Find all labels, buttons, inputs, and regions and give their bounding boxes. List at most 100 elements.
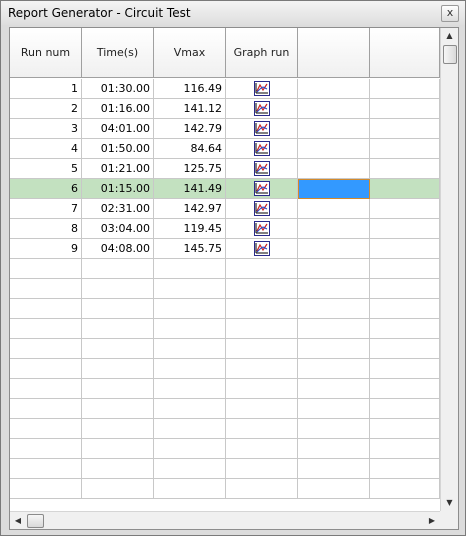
blank-cell[interactable] — [370, 159, 440, 179]
empty-cell[interactable] — [82, 339, 154, 359]
empty-cell[interactable] — [82, 299, 154, 319]
run-num-cell[interactable]: 1 — [10, 79, 82, 99]
column-header-2[interactable]: Vmax — [154, 28, 226, 78]
empty-cell[interactable] — [10, 299, 82, 319]
empty-cell[interactable] — [10, 379, 82, 399]
table-row[interactable]: 7 02:31.00 142.97 — [10, 199, 440, 219]
time-cell[interactable]: 03:04.00 — [82, 219, 154, 239]
empty-table-row[interactable] — [10, 479, 440, 499]
table-row[interactable]: 3 04:01.00 142.79 — [10, 119, 440, 139]
graph-chart-icon[interactable] — [253, 81, 270, 96]
blank-cell[interactable] — [370, 179, 440, 199]
scroll-left-icon[interactable]: ◀ — [10, 512, 26, 529]
run-num-cell[interactable]: 3 — [10, 119, 82, 139]
empty-table-row[interactable] — [10, 379, 440, 399]
empty-cell[interactable] — [154, 299, 226, 319]
empty-cell[interactable] — [10, 339, 82, 359]
table-row[interactable]: 4 01:50.00 84.64 — [10, 139, 440, 159]
graph-chart-icon[interactable] — [253, 201, 270, 216]
graph-chart-icon[interactable] — [253, 101, 270, 116]
empty-cell[interactable] — [298, 419, 370, 439]
empty-cell[interactable] — [226, 319, 298, 339]
empty-cell[interactable] — [10, 359, 82, 379]
empty-cell[interactable] — [226, 279, 298, 299]
empty-cell[interactable] — [82, 439, 154, 459]
empty-cell[interactable] — [82, 479, 154, 499]
empty-cell[interactable] — [226, 399, 298, 419]
time-cell[interactable]: 04:08.00 — [82, 239, 154, 259]
run-num-cell[interactable]: 8 — [10, 219, 82, 239]
empty-cell[interactable] — [154, 339, 226, 359]
empty-table-row[interactable] — [10, 459, 440, 479]
empty-cell[interactable] — [226, 419, 298, 439]
vmax-cell[interactable]: 116.49 — [154, 79, 226, 99]
empty-cell[interactable] — [82, 419, 154, 439]
empty-cell[interactable] — [226, 439, 298, 459]
blank-cell[interactable] — [370, 119, 440, 139]
title-bar[interactable]: Report Generator - Circuit Test x — [1, 1, 465, 25]
graph-chart-icon[interactable] — [253, 221, 270, 236]
table-row[interactable]: 2 01:16.00 141.12 — [10, 99, 440, 119]
table-row[interactable]: 8 03:04.00 119.45 — [10, 219, 440, 239]
blank-cell[interactable] — [370, 239, 440, 259]
empty-cell[interactable] — [226, 379, 298, 399]
blank-cell[interactable] — [298, 159, 370, 179]
vmax-cell[interactable]: 141.12 — [154, 99, 226, 119]
horizontal-scroll-thumb[interactable] — [27, 514, 44, 528]
empty-cell[interactable] — [82, 359, 154, 379]
blank-cell[interactable] — [298, 219, 370, 239]
empty-cell[interactable] — [370, 359, 440, 379]
vmax-cell[interactable]: 125.75 — [154, 159, 226, 179]
empty-cell[interactable] — [154, 259, 226, 279]
empty-table-row[interactable] — [10, 399, 440, 419]
empty-cell[interactable] — [154, 319, 226, 339]
blank-cell[interactable] — [298, 139, 370, 159]
run-num-cell[interactable]: 4 — [10, 139, 82, 159]
empty-cell[interactable] — [298, 359, 370, 379]
empty-cell[interactable] — [82, 379, 154, 399]
empty-cell[interactable] — [370, 439, 440, 459]
vertical-scrollbar[interactable]: ▲ ▼ — [440, 28, 458, 511]
empty-cell[interactable] — [370, 459, 440, 479]
graph-run-cell[interactable] — [226, 79, 298, 99]
graph-chart-icon[interactable] — [253, 241, 270, 256]
empty-cell[interactable] — [10, 459, 82, 479]
blank-cell[interactable] — [370, 99, 440, 119]
empty-cell[interactable] — [154, 479, 226, 499]
empty-cell[interactable] — [298, 259, 370, 279]
blank-cell[interactable] — [370, 139, 440, 159]
empty-cell[interactable] — [10, 419, 82, 439]
vmax-cell[interactable]: 142.97 — [154, 199, 226, 219]
column-header-3[interactable]: Graph run — [226, 28, 298, 78]
time-cell[interactable]: 04:01.00 — [82, 119, 154, 139]
graph-chart-icon[interactable] — [253, 141, 270, 156]
empty-cell[interactable] — [154, 439, 226, 459]
table-row[interactable]: 1 01:30.00 116.49 — [10, 79, 440, 99]
empty-cell[interactable] — [226, 479, 298, 499]
empty-cell[interactable] — [298, 279, 370, 299]
empty-cell[interactable] — [298, 439, 370, 459]
empty-table-row[interactable] — [10, 359, 440, 379]
time-cell[interactable]: 01:21.00 — [82, 159, 154, 179]
vertical-scroll-thumb[interactable] — [443, 45, 457, 64]
vmax-cell[interactable]: 142.79 — [154, 119, 226, 139]
empty-table-row[interactable] — [10, 259, 440, 279]
empty-cell[interactable] — [154, 459, 226, 479]
graph-run-cell[interactable] — [226, 199, 298, 219]
close-button[interactable]: x — [441, 5, 459, 22]
empty-cell[interactable] — [370, 299, 440, 319]
empty-cell[interactable] — [370, 419, 440, 439]
empty-cell[interactable] — [10, 399, 82, 419]
empty-cell[interactable] — [82, 319, 154, 339]
scroll-down-icon[interactable]: ▼ — [441, 495, 458, 511]
time-cell[interactable]: 01:50.00 — [82, 139, 154, 159]
empty-cell[interactable] — [226, 339, 298, 359]
run-num-cell[interactable]: 6 — [10, 179, 82, 199]
table-row[interactable]: 5 01:21.00 125.75 — [10, 159, 440, 179]
blank-cell[interactable] — [298, 119, 370, 139]
empty-cell[interactable] — [10, 479, 82, 499]
graph-run-cell[interactable] — [226, 179, 298, 199]
empty-cell[interactable] — [370, 479, 440, 499]
run-num-cell[interactable]: 5 — [10, 159, 82, 179]
empty-cell[interactable] — [82, 279, 154, 299]
